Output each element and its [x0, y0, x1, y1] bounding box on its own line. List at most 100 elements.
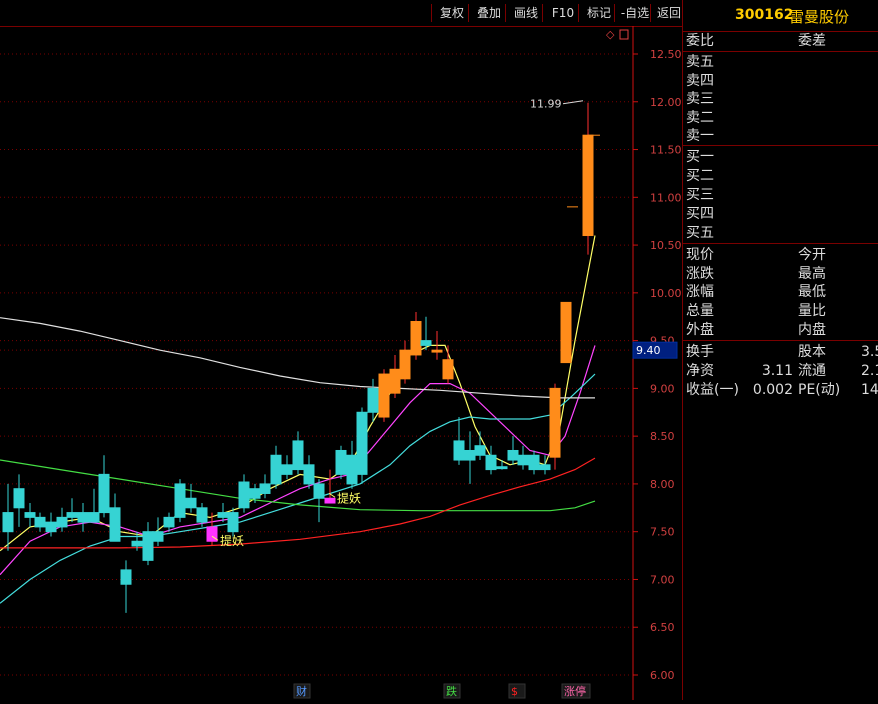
candle-body [410, 321, 422, 356]
price-tick-label: 7.50 [650, 526, 675, 539]
stock-name: 雷曼股份 [789, 8, 850, 26]
candle-body [507, 449, 519, 461]
candle [13, 474, 25, 527]
ma250-line [0, 317, 595, 399]
candle [2, 483, 14, 551]
candle [507, 436, 519, 465]
kline-chart-area[interactable]: 12.50 12.00 11.50 11.00 10.50 10.00 9.50 9.00 8.… [0, 26, 682, 700]
candle-body [442, 359, 454, 380]
stock-code: 300162 [735, 7, 794, 23]
candle [582, 102, 594, 255]
candle-body [346, 454, 358, 485]
sell-level-label: 卖五 [686, 54, 714, 70]
self-select-button[interactable]: -自选 [614, 4, 655, 22]
candle [313, 479, 325, 523]
candle-body [539, 464, 551, 471]
candle [109, 493, 121, 542]
price-tick-label: 10.00 [650, 287, 682, 300]
divider [683, 145, 878, 146]
candle [549, 383, 561, 470]
candle [560, 301, 572, 364]
candle [77, 503, 89, 532]
candle [238, 474, 250, 513]
buy-level-label: 买五 [686, 225, 714, 241]
fundamental-label: 收益(一) [686, 382, 739, 398]
candle [464, 431, 476, 484]
candle-body [485, 454, 497, 471]
candle [270, 445, 282, 489]
fundamental-value: 3.5 [861, 344, 878, 360]
candle-body [420, 340, 432, 346]
kline-chart[interactable]: 12.5012.0011.5011.0010.5010.009.509.008.… [0, 26, 682, 700]
bottom-event-marks: 财 跌 $ 涨停 [293, 683, 591, 699]
candle-body [174, 483, 186, 518]
fundamental-label: PE(动) [798, 382, 841, 398]
mark-button[interactable]: 标记 [578, 4, 619, 22]
candle-body [120, 569, 132, 585]
draw-line-button[interactable]: 画线 [505, 4, 546, 22]
restore-rights-button[interactable]: 复权 [431, 4, 472, 22]
price-tick-label: 9.00 [650, 382, 675, 395]
candle [281, 455, 293, 480]
quote-label: 总量 [686, 303, 714, 320]
quote-label: 最高 [798, 265, 826, 282]
quote-label: 涨幅 [686, 284, 714, 301]
moving-average-lines [0, 235, 596, 604]
candle [539, 455, 551, 475]
candle-body [517, 454, 529, 466]
buy-level-label: 买二 [686, 168, 714, 184]
candle-body [292, 440, 304, 471]
window-control-icons[interactable]: ◇ [606, 28, 629, 41]
fundamental-label: 股本 [798, 344, 826, 360]
candle-body [185, 497, 197, 509]
candle-body [45, 521, 57, 533]
candle-body [13, 488, 25, 509]
quote-label: 现价 [686, 247, 714, 263]
price-tick-label: 11.00 [650, 191, 682, 204]
divider [683, 243, 878, 244]
candle [98, 455, 110, 518]
overlay-button[interactable]: 叠加 [468, 4, 509, 22]
candle-body [453, 440, 465, 461]
diamond-icon[interactable]: ◇ [606, 28, 615, 41]
candle [346, 440, 358, 489]
candle-body [549, 387, 561, 458]
candle [335, 445, 347, 480]
candle [88, 488, 100, 523]
order-ratio-label: 委比 [686, 33, 714, 49]
buy-level-row: 买一 [683, 148, 878, 166]
price-tick-label: 8.50 [650, 430, 675, 443]
candle-body [582, 134, 594, 237]
fundamental-row: 换手 股本 3.5 [683, 343, 878, 361]
price-tick-label: 12.00 [650, 96, 682, 109]
candle-body [109, 507, 121, 542]
fundamental-value: 3.11 [761, 363, 793, 379]
candle-body [142, 531, 154, 561]
candle-body [24, 512, 36, 518]
fundamental-value: 2.1 [861, 363, 878, 379]
candle-body [335, 449, 347, 475]
buy-level-label: 买三 [686, 187, 714, 203]
candle-body [389, 368, 401, 394]
candle-body [324, 497, 336, 504]
candle-body [464, 449, 476, 461]
candle [24, 503, 36, 527]
f10-button[interactable]: F10 [542, 4, 583, 22]
chart-toolbar: 复权 叠加 画线 F10 标记 -自选 返回 [0, 0, 682, 27]
candle [517, 445, 529, 470]
candle [292, 431, 304, 475]
buy-level-row: 买四 [683, 205, 878, 223]
quote-label: 今开 [798, 247, 826, 263]
signal-label: 提妖 [337, 490, 361, 505]
sell-level-row: 卖一 [683, 127, 878, 145]
candle-body [98, 473, 110, 514]
candle-body [270, 454, 282, 485]
restore-window-icon[interactable] [619, 29, 629, 40]
event-mark-label: $ [511, 685, 518, 698]
quote-row: 外盘 内盘 [683, 321, 878, 339]
quote-row: 现价 今开 [683, 246, 878, 264]
price-axis: 12.5012.0011.5011.0010.5010.009.509.008.… [632, 26, 682, 700]
candle-body [56, 516, 68, 528]
candle-body [34, 516, 46, 528]
sell-level-row: 卖三 [683, 90, 878, 108]
